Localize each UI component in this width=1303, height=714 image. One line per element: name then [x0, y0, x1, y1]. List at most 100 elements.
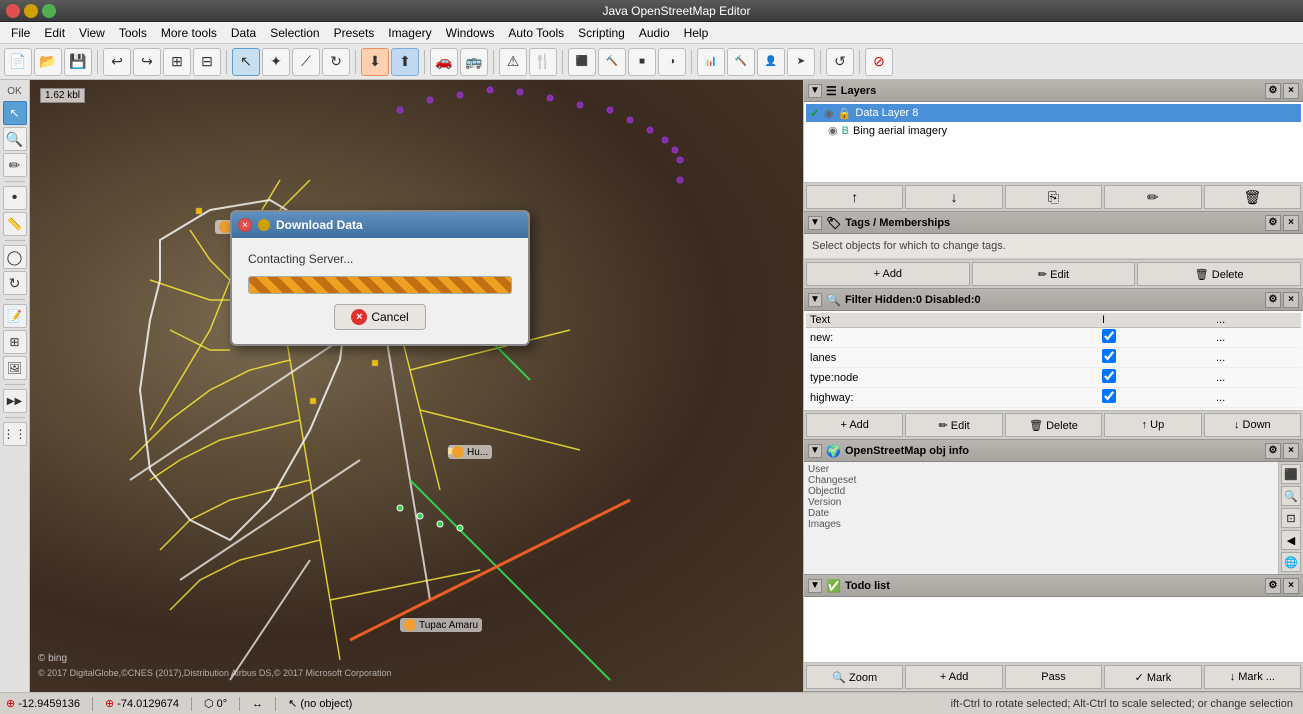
todo-add-button[interactable]: + Add	[905, 665, 1002, 689]
menu-scripting[interactable]: Scripting	[571, 24, 632, 42]
play-button[interactable]: ▶▶	[3, 389, 27, 413]
window-close-button[interactable]	[6, 4, 20, 18]
todo-close-button[interactable]: ×	[1283, 578, 1299, 594]
layers-delete-button[interactable]: 🗑	[1204, 185, 1301, 209]
osm-btn4[interactable]: ◀	[1281, 530, 1301, 550]
tb-head-button[interactable]: 👤	[757, 48, 785, 76]
tb-save-button[interactable]: 💾	[64, 48, 92, 76]
dialog-close-button[interactable]: ×	[238, 218, 252, 232]
tb-download-button[interactable]: ⬇	[361, 48, 389, 76]
osm-btn2[interactable]: 🔍	[1281, 486, 1301, 506]
osm-settings-button[interactable]: ⚙	[1265, 443, 1281, 459]
layer-item-bing[interactable]: ◉ B Bing aerial imagery	[806, 122, 1301, 139]
tb-stop-button[interactable]: ⊘	[865, 48, 893, 76]
menu-more-tools[interactable]: More tools	[154, 24, 224, 42]
filter-check-highway-i[interactable]	[1102, 389, 1116, 403]
tb-spin-button[interactable]: ↺	[826, 48, 854, 76]
menu-data[interactable]: Data	[224, 24, 263, 42]
layers-edit-button[interactable]: ✏	[1104, 185, 1201, 209]
tb-undo-button[interactable]: ↩	[103, 48, 131, 76]
osm-close-button[interactable]: ×	[1283, 443, 1299, 459]
window-min-button[interactable]	[24, 4, 38, 18]
map-area[interactable]: 1.62 kbl Vista Alegre Hu... Tupac Amaru …	[30, 80, 803, 692]
tb-add-way-button[interactable]: ⟋	[292, 48, 320, 76]
tb-open-button[interactable]: 📂	[34, 48, 62, 76]
todo-mark-more-button[interactable]: ↓ Mark ...	[1204, 665, 1301, 689]
tb-tool3-button[interactable]: ■	[628, 48, 656, 76]
filter-add-button[interactable]: + Add	[806, 413, 903, 437]
filter-delete-button[interactable]: 🗑 Delete	[1005, 413, 1102, 437]
filter-settings-button[interactable]: ⚙	[1265, 292, 1281, 308]
tags-edit-button[interactable]: ✏ Edit	[972, 262, 1136, 286]
menu-view[interactable]: View	[72, 24, 112, 42]
layers-move-up-button[interactable]: ↑	[806, 185, 903, 209]
layers-collapse-button[interactable]: ▼	[808, 84, 822, 98]
tags-settings-button[interactable]: ⚙	[1265, 215, 1281, 231]
osm-btn3[interactable]: ⊡	[1281, 508, 1301, 528]
tb-select-button[interactable]: ↖	[232, 48, 260, 76]
tb-zoom-sel-button[interactable]: ⊟	[193, 48, 221, 76]
todo-settings-button[interactable]: ⚙	[1265, 578, 1281, 594]
window-controls[interactable]	[6, 4, 56, 18]
menu-windows[interactable]: Windows	[439, 24, 502, 42]
tb-bus-button[interactable]: 🚌	[460, 48, 488, 76]
zoom-tool-button[interactable]: 🔍	[3, 127, 27, 151]
tags-add-button[interactable]: + Add	[806, 262, 970, 286]
tb-warning-button[interactable]: ⚠	[499, 48, 527, 76]
menu-tools[interactable]: Tools	[112, 24, 154, 42]
filter-close-button[interactable]: ×	[1283, 292, 1299, 308]
menu-audio[interactable]: Audio	[632, 24, 677, 42]
osm-btn5[interactable]: 🌐	[1281, 552, 1301, 572]
tb-upload-button[interactable]: ⬆	[391, 48, 419, 76]
filter-collapse-button[interactable]: ▼	[808, 293, 822, 307]
select-tool-button[interactable]: ↖	[3, 101, 27, 125]
lasso-tool-button[interactable]: ◯	[3, 245, 27, 269]
layer-item-data[interactable]: ✓ ◉ 🔒 Data Layer 8	[806, 104, 1301, 122]
tb-add-node-button[interactable]: ✦	[262, 48, 290, 76]
dialog-cancel-button[interactable]: × Cancel	[334, 304, 425, 330]
note-tool-button[interactable]: 📝	[3, 304, 27, 328]
filter-check-new-i[interactable]	[1102, 329, 1116, 343]
filter-edit-button[interactable]: ✏ Edit	[905, 413, 1002, 437]
tb-redo-button[interactable]: ↪	[133, 48, 161, 76]
menu-imagery[interactable]: Imagery	[381, 24, 438, 42]
menu-presets[interactable]: Presets	[327, 24, 382, 42]
measure-tool-button[interactable]: 📏	[3, 212, 27, 236]
tags-collapse-button[interactable]: ▼	[808, 216, 822, 230]
todo-pass-button[interactable]: Pass	[1005, 665, 1102, 689]
tb-highway-button[interactable]: 🚗	[430, 48, 458, 76]
scroll-tool-button[interactable]: ⋮⋮	[3, 422, 27, 446]
dialog-min-btn[interactable]	[258, 219, 270, 231]
tb-zoom-fit-button[interactable]: ⊞	[163, 48, 191, 76]
menu-auto-tools[interactable]: Auto Tools	[501, 24, 571, 42]
tb-food-button[interactable]: 🍴	[529, 48, 557, 76]
filter-check-lanes-i[interactable]	[1102, 349, 1116, 363]
osm-btn1[interactable]: ⬛	[1281, 464, 1301, 484]
image-tool-button[interactable]: 🖼	[3, 356, 27, 380]
window-max-button[interactable]	[42, 4, 56, 18]
menu-selection[interactable]: Selection	[263, 24, 326, 42]
filter-check-typenode-i[interactable]	[1102, 369, 1116, 383]
layers-close-button[interactable]: ×	[1283, 83, 1299, 99]
tb-hammer-button[interactable]: 🔨	[727, 48, 755, 76]
tags-close-button[interactable]: ×	[1283, 215, 1299, 231]
tb-refresh-button[interactable]: ↻	[322, 48, 350, 76]
layers-settings-button[interactable]: ⚙	[1265, 83, 1281, 99]
tags-delete-button[interactable]: 🗑 Delete	[1137, 262, 1301, 286]
layers-move-down-button[interactable]: ↓	[905, 185, 1002, 209]
todo-collapse-button[interactable]: ▼	[808, 579, 822, 593]
tb-tool4-button[interactable]: ◑	[658, 48, 686, 76]
tb-graph-button[interactable]: 📊	[697, 48, 725, 76]
tb-tool1-button[interactable]: ⬛	[568, 48, 596, 76]
menu-file[interactable]: File	[4, 24, 37, 42]
rotate-tool-button[interactable]: ↻	[3, 271, 27, 295]
menu-help[interactable]: Help	[677, 24, 716, 42]
menu-edit[interactable]: Edit	[37, 24, 72, 42]
draw-tool-button[interactable]: ✏	[3, 153, 27, 177]
filter-down-button[interactable]: ↓ Down	[1204, 413, 1301, 437]
todo-zoom-button[interactable]: 🔍 Zoom	[806, 665, 903, 689]
osm-collapse-button[interactable]: ▼	[808, 444, 822, 458]
tb-arrow-button[interactable]: ➤	[787, 48, 815, 76]
node-tool-button[interactable]: •	[3, 186, 27, 210]
todo-mark-button[interactable]: ✓ Mark	[1104, 665, 1201, 689]
